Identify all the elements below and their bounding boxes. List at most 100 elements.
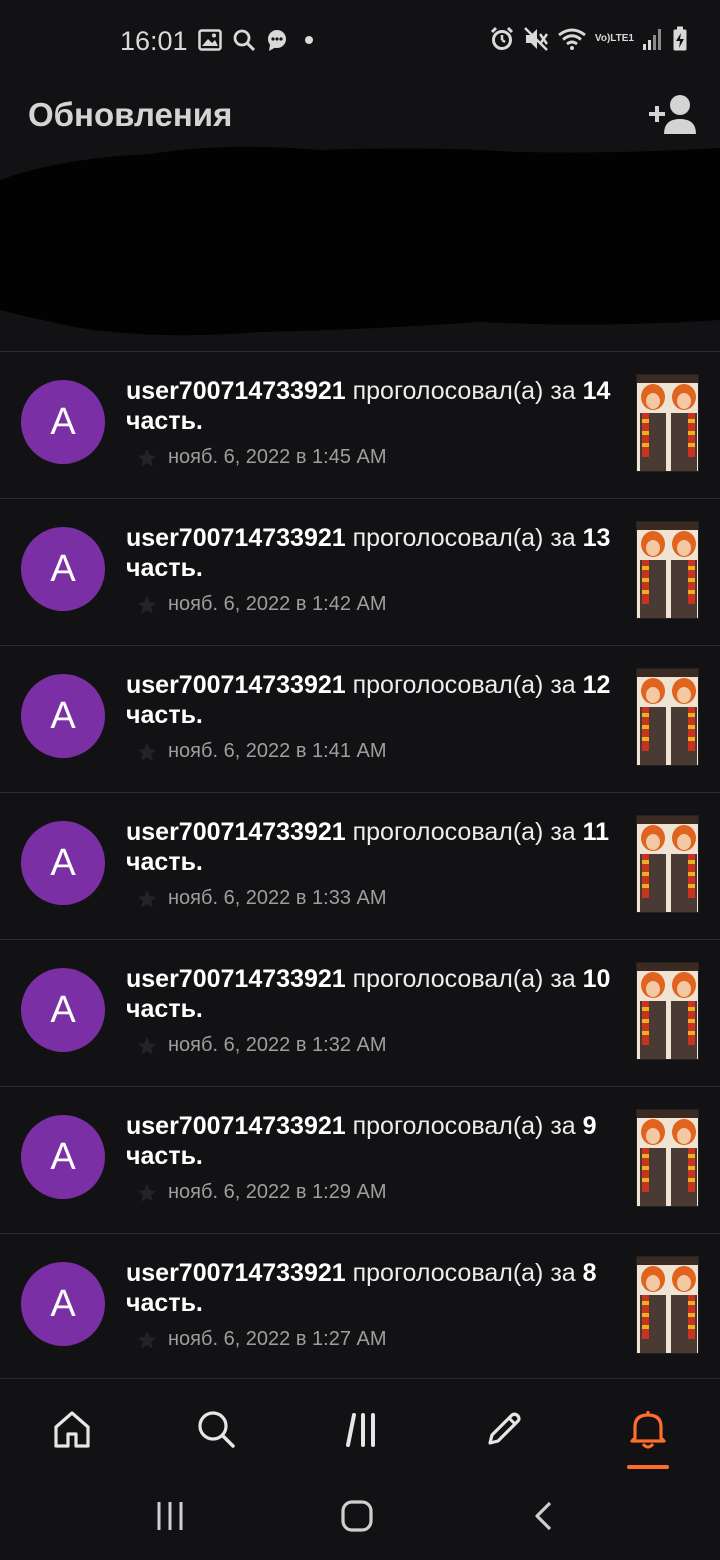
nav-write[interactable] (482, 1407, 526, 1451)
notification-text: user700714733921 проголосовал(а) за 14 ч… (126, 376, 616, 436)
notification-text: user700714733921 проголосовал(а) за 12 ч… (126, 670, 616, 730)
avatar[interactable]: A (21, 527, 105, 611)
part-word: часть. (126, 1289, 203, 1317)
action-text: проголосовал(а) за (352, 671, 576, 699)
part-number: 13 (582, 524, 611, 552)
part-number: 11 (582, 818, 610, 846)
avatar[interactable]: A (21, 1115, 105, 1199)
list-item[interactable]: A user700714733921 проголосовал(а) за 10… (0, 939, 720, 1086)
chat-notification-icon (266, 28, 292, 52)
star-icon (137, 889, 157, 908)
notification-meta: нояб. 6, 2022 в 1:29 AM (136, 1181, 387, 1204)
notification-meta: нояб. 6, 2022 в 1:45 AM (136, 446, 387, 469)
notification-text: user700714733921 проголосовал(а) за 11 ч… (126, 817, 616, 877)
avatar[interactable]: A (21, 968, 105, 1052)
username-link[interactable]: user700714733921 (126, 671, 346, 699)
page-title: Обновления (28, 96, 233, 133)
story-cover-thumbnail[interactable] (636, 1256, 699, 1354)
recents-icon (157, 1502, 183, 1530)
bottom-nav (0, 1378, 720, 1478)
avatar-letter: A (50, 694, 76, 737)
notification-meta: нояб. 6, 2022 в 1:41 AM (136, 740, 387, 763)
story-cover-thumbnail[interactable] (636, 815, 699, 913)
search-icon (232, 28, 256, 52)
part-word: часть. (126, 554, 203, 582)
story-cover-thumbnail[interactable] (636, 1109, 699, 1207)
nav-library[interactable] (339, 1407, 383, 1451)
status-time: 16:01 (120, 26, 188, 56)
username-link[interactable]: user700714733921 (126, 1259, 346, 1287)
system-home-button[interactable] (337, 1496, 377, 1536)
avatar[interactable]: A (21, 1262, 105, 1346)
story-cover-thumbnail[interactable] (636, 962, 699, 1060)
notification-time: нояб. 6, 2022 в 1:42 AM (168, 593, 387, 615)
action-text: проголосовал(а) за (352, 1112, 576, 1140)
star-icon (137, 1330, 157, 1349)
add-friend-button[interactable] (648, 92, 700, 136)
notification-time: нояб. 6, 2022 в 1:29 AM (168, 1181, 387, 1203)
app-screen: 16:01 Vo) LTE1 Обновления A user70071473… (0, 0, 720, 1560)
recents-button[interactable] (150, 1496, 190, 1536)
list-item[interactable]: A user700714733921 проголосовал(а) за 9 … (0, 1086, 720, 1233)
notification-meta: нояб. 6, 2022 в 1:27 AM (136, 1328, 387, 1351)
notification-time: нояб. 6, 2022 в 1:32 AM (168, 1034, 387, 1056)
list-item[interactable]: A user700714733921 проголосовал(а) за 14… (0, 351, 720, 498)
image-icon (198, 29, 222, 51)
username-link[interactable]: user700714733921 (126, 377, 346, 405)
star-icon (137, 595, 157, 614)
part-word: часть. (126, 701, 203, 729)
avatar[interactable]: A (21, 674, 105, 758)
avatar-letter: A (50, 841, 76, 884)
notification-meta: нояб. 6, 2022 в 1:42 AM (136, 593, 387, 616)
username-link[interactable]: user700714733921 (126, 1112, 346, 1140)
action-text: проголосовал(а) за (352, 965, 576, 993)
notification-time: нояб. 6, 2022 в 1:33 AM (168, 887, 387, 909)
home-icon (341, 1500, 373, 1532)
avatar[interactable]: A (21, 380, 105, 464)
system-nav (0, 1478, 720, 1560)
library-icon (346, 1413, 375, 1447)
back-icon (535, 1501, 552, 1531)
avatar[interactable]: A (21, 821, 105, 905)
write-icon (488, 1412, 521, 1445)
username-link[interactable]: user700714733921 (126, 818, 346, 846)
nav-notifications[interactable] (626, 1407, 670, 1451)
part-number: 14 (582, 377, 611, 405)
list-item[interactable]: A user700714733921 проголосовал(а) за 12… (0, 645, 720, 792)
avatar-letter: A (50, 1282, 76, 1325)
updates-list: A user700714733921 проголосовал(а) за 14… (0, 351, 720, 1380)
story-cover-thumbnail[interactable] (636, 374, 699, 472)
action-text: проголосовал(а) за (352, 377, 576, 405)
action-text: проголосовал(а) за (352, 524, 576, 552)
notification-text: user700714733921 проголосовал(а) за 9 ча… (126, 1111, 616, 1171)
username-link[interactable]: user700714733921 (126, 965, 346, 993)
back-button[interactable] (525, 1496, 565, 1536)
status-left-icons (198, 28, 316, 52)
redacted-region (0, 146, 720, 336)
star-icon (137, 1183, 157, 1202)
part-word: часть. (126, 848, 203, 876)
star-icon (137, 742, 157, 761)
nav-search[interactable] (194, 1407, 238, 1451)
star-icon (137, 448, 157, 467)
notification-text: user700714733921 проголосовал(а) за 8 ча… (126, 1258, 616, 1318)
list-item[interactable]: A user700714733921 проголосовал(а) за 8 … (0, 1233, 720, 1380)
notifications-icon (630, 1411, 666, 1449)
notification-text: user700714733921 проголосовал(а) за 10 ч… (126, 964, 616, 1024)
notification-time: нояб. 6, 2022 в 1:45 AM (168, 446, 387, 468)
list-item[interactable]: A user700714733921 проголосовал(а) за 11… (0, 792, 720, 939)
part-number: 9 (582, 1112, 597, 1140)
part-number: 12 (582, 671, 611, 699)
home-icon (54, 1411, 90, 1448)
nav-home[interactable] (50, 1407, 94, 1451)
active-tab-indicator (627, 1465, 669, 1469)
action-text: проголосовал(а) за (352, 1259, 576, 1287)
username-link[interactable]: user700714733921 (126, 524, 346, 552)
star-icon (137, 1036, 157, 1055)
part-word: часть. (126, 995, 203, 1023)
list-item[interactable]: A user700714733921 проголосовал(а) за 13… (0, 498, 720, 645)
story-cover-thumbnail[interactable] (636, 668, 699, 766)
alarm-icon (489, 26, 515, 52)
story-cover-thumbnail[interactable] (636, 521, 699, 619)
battery-charging-icon (672, 26, 688, 52)
